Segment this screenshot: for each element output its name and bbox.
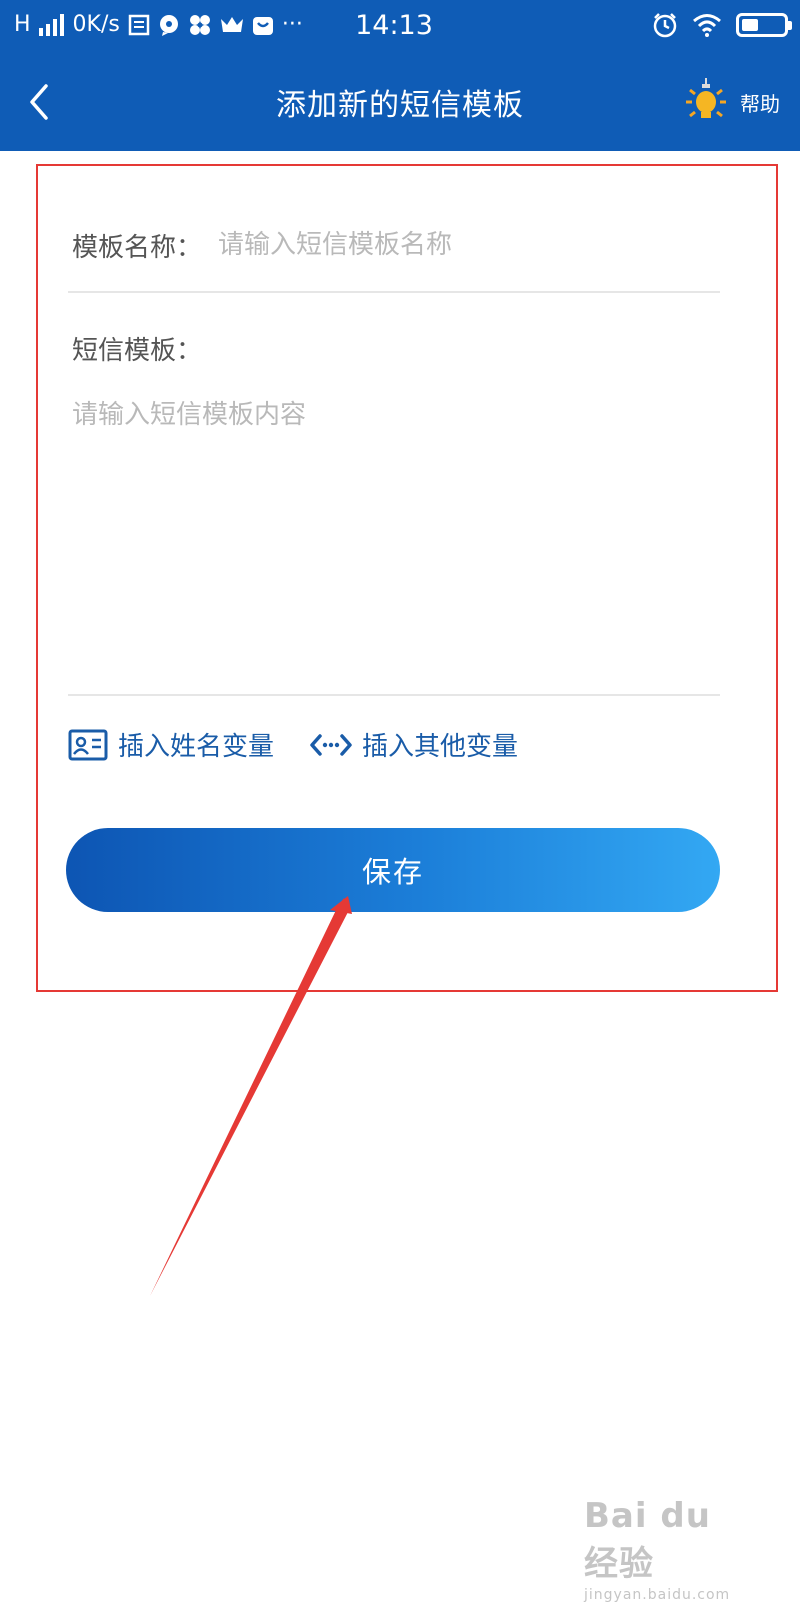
template-name-input[interactable] — [216, 221, 722, 269]
baidu-jingyan-watermark: Bai du 经验 jingyan.baidu.com — [584, 1496, 754, 1603]
save-button[interactable]: 保存 — [66, 828, 720, 912]
status-bar: H 0K/s ··· 14:13 — [0, 0, 800, 52]
watermark-sub: jingyan.baidu.com — [584, 1587, 731, 1603]
insert-name-variable-label: 插入姓名变量 — [118, 732, 275, 762]
alarm-clock-icon — [653, 13, 677, 38]
template-content-label: 短信模板： — [72, 336, 203, 366]
code-brackets-icon — [310, 733, 352, 756]
watermark-main: Bai du 经验 — [584, 1496, 711, 1584]
wifi-icon — [693, 14, 721, 37]
help-button[interactable]: 帮助 — [680, 78, 780, 126]
status-time: 14:13 — [355, 10, 433, 41]
help-label: 帮助 — [740, 91, 780, 116]
template-name-row: 模板名称： — [72, 220, 722, 270]
save-button-label: 保存 — [361, 855, 424, 889]
app-header: H 0K/s ··· 14:13 添加新的短信模板 帮助 — [0, 0, 800, 151]
insert-name-variable-button[interactable]: 插入姓名变量 — [68, 726, 274, 763]
navigation-bar: 添加新的短信模板 帮助 — [0, 62, 800, 142]
insert-other-variable-button[interactable]: 插入其他变量 — [310, 726, 518, 763]
template-name-label: 模板名称： — [72, 232, 203, 263]
insert-other-variable-label: 插入其他变量 — [362, 732, 519, 762]
variable-toolbar: 插入姓名变量 插入其他变量 — [68, 726, 518, 763]
battery-icon — [736, 13, 792, 37]
template-content-textarea[interactable] — [72, 390, 718, 688]
name-divider — [68, 291, 720, 293]
id-card-icon — [68, 729, 108, 760]
status-bar-right — [652, 12, 792, 38]
battery-level-fill — [742, 19, 758, 31]
content-divider — [68, 694, 720, 696]
lightbulb-icon — [686, 78, 726, 118]
